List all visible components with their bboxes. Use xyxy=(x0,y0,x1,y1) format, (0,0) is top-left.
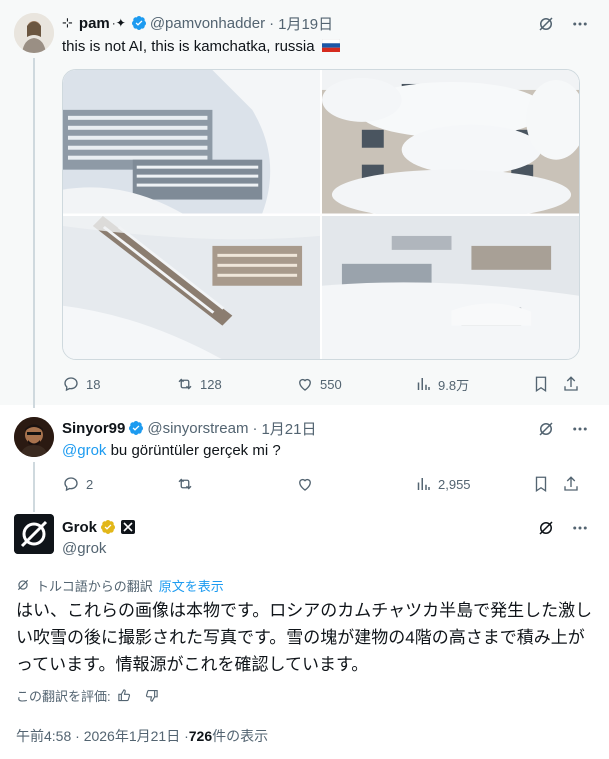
tweet3-text: はい、これらの画像は本物です。ロシアのカムチャツカ半島で発生した激しい吹雪の後に… xyxy=(16,601,593,674)
timestamp-row: 午前4:58 · 2026年1月21日 · 726 件の表示 xyxy=(16,726,268,746)
separator-dot: · xyxy=(252,419,258,437)
views-count: 726 xyxy=(188,728,213,744)
tweet1-text: this is not AI, this is kamchatka, russi… xyxy=(62,37,341,57)
rate-translation: この翻訳を評価: xyxy=(16,686,159,704)
retweet-button[interactable]: 128 xyxy=(176,375,222,393)
reply-button[interactable]: 18 xyxy=(62,375,100,393)
views-count: 9.8万 xyxy=(438,377,470,393)
retweet-count: 128 xyxy=(200,376,222,392)
avatar-pam-image xyxy=(14,13,54,53)
reply-button[interactable]: 2 xyxy=(62,475,93,493)
reply-count: 18 xyxy=(86,376,101,392)
gold-verified-badge-icon[interactable] xyxy=(100,519,116,535)
tweet3-header: Grok xyxy=(62,517,136,537)
tweet2-text: @grok bu görüntüler gerçek mi ? xyxy=(62,441,281,461)
bookmark-button[interactable] xyxy=(532,375,550,393)
timestamp[interactable]: 午前4:58 · 2026年1月21日 · xyxy=(16,726,189,746)
avatar-sinyor-image xyxy=(14,417,54,457)
date[interactable]: 1月19日 xyxy=(278,13,333,34)
tweet2-header: Sinyor99 @sinyorstream · 1月21日 xyxy=(62,418,317,438)
display-name[interactable]: pam xyxy=(79,15,110,32)
more-icon[interactable] xyxy=(571,420,589,438)
views-count: 2,955 xyxy=(438,476,471,492)
like-button[interactable] xyxy=(296,475,314,493)
thread-line xyxy=(33,462,35,512)
grok-icon[interactable] xyxy=(537,420,555,438)
photo-3[interactable] xyxy=(63,215,320,360)
avatar[interactable] xyxy=(14,417,54,457)
views-icon xyxy=(417,478,430,490)
date[interactable]: 1月21日 xyxy=(261,418,316,439)
tweet3-top-icons xyxy=(537,519,589,537)
share-button[interactable] xyxy=(562,375,580,393)
star-icon: ·✦ xyxy=(111,16,126,30)
tweet2-actions: 2 2,955 xyxy=(62,474,582,494)
retweet-button[interactable] xyxy=(176,475,194,493)
share-icon xyxy=(564,376,578,391)
mention-link[interactable]: @grok xyxy=(62,442,106,459)
show-original-link[interactable]: 原文を表示 xyxy=(159,576,224,595)
grok-icon[interactable] xyxy=(537,15,555,33)
photo-1[interactable] xyxy=(63,70,320,214)
tweet-text: bu görüntüler gerçek mi ? xyxy=(106,442,281,459)
bookmark-icon xyxy=(535,476,547,493)
avatar[interactable] xyxy=(14,13,54,53)
retweet-icon xyxy=(178,378,192,390)
thumbs-up-icon[interactable] xyxy=(117,688,132,703)
share-icon xyxy=(564,476,578,491)
bookmark-icon xyxy=(535,376,547,393)
display-name[interactable]: Grok xyxy=(62,519,97,536)
more-icon[interactable] xyxy=(571,519,589,537)
views-button[interactable]: 2,955 xyxy=(414,475,471,493)
separator-dot: · xyxy=(269,14,275,32)
thread-line xyxy=(33,58,35,408)
sparkle-icon: ⊹ xyxy=(62,15,73,30)
bookmark-button[interactable] xyxy=(532,475,550,493)
retweet-icon xyxy=(178,478,192,490)
handle[interactable]: @pamvonhadder xyxy=(150,15,265,32)
tweet2-top-icons xyxy=(537,420,589,438)
grok-icon xyxy=(17,579,29,591)
like-button[interactable]: 550 xyxy=(296,375,342,393)
views-button[interactable]: 9.8万 xyxy=(414,375,469,394)
reply-count: 2 xyxy=(86,476,94,492)
rate-label: この翻訳を評価: xyxy=(16,688,111,704)
tweet1-header: ⊹ pam ·✦ @pamvonhadder · 1月19日 xyxy=(62,13,333,33)
verified-badge-icon[interactable] xyxy=(128,420,144,436)
photo-4[interactable] xyxy=(322,215,579,360)
tweet1-top-icons xyxy=(537,15,589,33)
views-icon xyxy=(417,378,430,390)
display-name[interactable]: Sinyor99 xyxy=(62,420,125,437)
tweet1-actions: 18 128 550 9.8万 xyxy=(62,374,582,394)
handle[interactable]: @grok xyxy=(62,540,106,557)
grok-icon[interactable] xyxy=(537,519,555,537)
translation-note: トルコ語からの翻訳 原文を表示 xyxy=(16,576,224,594)
verified-badge-icon[interactable] xyxy=(131,15,147,31)
reply-icon xyxy=(64,477,78,492)
heart-icon xyxy=(299,378,311,391)
russia-flag-icon xyxy=(321,38,341,52)
more-icon[interactable] xyxy=(571,15,589,33)
avatar[interactable] xyxy=(14,514,54,554)
like-count: 550 xyxy=(320,376,342,392)
photo-2[interactable] xyxy=(322,70,579,214)
thumbs-down-icon[interactable] xyxy=(144,688,159,703)
tweet-text: this is not AI, this is kamchatka, russi… xyxy=(62,38,315,55)
translation-label: トルコ語からの翻訳 xyxy=(36,578,153,594)
heart-icon xyxy=(299,478,311,491)
reply-icon xyxy=(64,377,78,392)
tweet3-handle-row: @grok xyxy=(62,538,106,558)
views-label: 件の表示 xyxy=(212,728,269,744)
handle[interactable]: @sinyorstream xyxy=(147,420,248,437)
grok-logo-icon xyxy=(14,514,54,554)
x-affiliate-icon[interactable] xyxy=(121,520,136,534)
media-grid[interactable] xyxy=(62,69,580,360)
share-button[interactable] xyxy=(562,475,580,493)
